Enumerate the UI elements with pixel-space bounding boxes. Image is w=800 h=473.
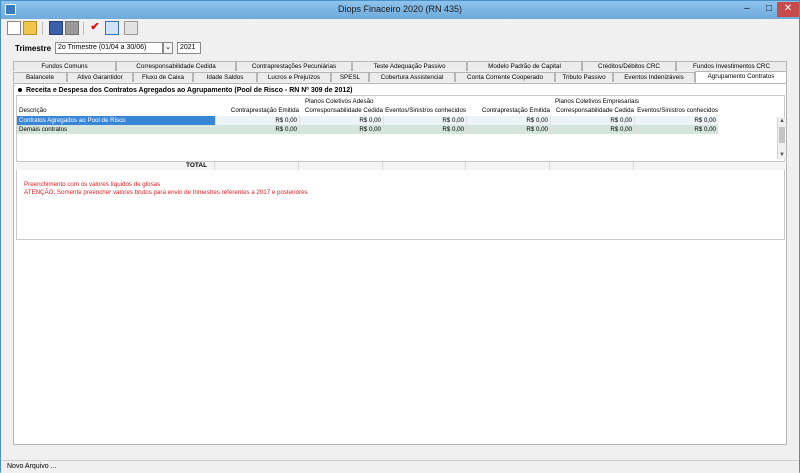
row-description[interactable]: Contratos Agregados ao Pool de Risco <box>17 116 215 125</box>
row-description[interactable]: Demais contratos <box>17 125 215 134</box>
tab-corresponsabilidade-cedida[interactable]: Corresponsabilidade Cedida <box>116 61 236 71</box>
notes: Preenchimento com os valores líquidos de… <box>24 181 308 197</box>
table-cell[interactable]: R$ 0,00 <box>299 116 383 125</box>
column-header[interactable]: Descrição <box>19 107 47 114</box>
toolbar-separator <box>83 22 84 35</box>
close-button[interactable]: ✕ <box>777 2 799 17</box>
bullet-icon <box>18 88 22 93</box>
group-header-adesao: Planos Coletivos Adesão <box>305 98 374 105</box>
year-input[interactable]: 2021 <box>177 42 201 54</box>
tab-idade-saldos[interactable]: Idade Saldos <box>193 72 257 82</box>
tab-balancete[interactable]: Balancete <box>13 72 67 82</box>
vertical-scrollbar[interactable]: ▲ ▼ <box>777 117 786 159</box>
tab-eventos-indenizaveis[interactable]: Eventos Indenizáveis <box>613 72 695 82</box>
tab-tributo-passivo[interactable]: Tributo Passivo <box>555 72 613 82</box>
minimize-button[interactable]: – <box>736 2 758 17</box>
tab-conta-corrente-cooperado[interactable]: Conta Corrente Cooperado <box>455 72 555 82</box>
column-header[interactable]: Contraprestação Emitida <box>215 107 299 114</box>
status-bar: Novo Arquivo ... <box>1 460 799 473</box>
tab-agrupamento-contratos[interactable]: Agrupamento Contratos <box>695 71 787 83</box>
note-line: Preenchimento com os valores líquidos de… <box>24 181 161 188</box>
column-header[interactable]: Corresponsabilidade Cedida <box>299 107 383 114</box>
window-title: Diops Finaceiro 2020 (RN 435) <box>337 4 463 14</box>
table-cell[interactable]: R$ 0,00 <box>466 116 550 125</box>
tab-creditos-debitos-crc[interactable]: Créditos/Débitos CRC <box>582 61 676 71</box>
tab-fundos-investimentos-crc[interactable]: Fundos Investimentos CRC <box>676 61 787 71</box>
total-label: TOTAL <box>186 162 208 169</box>
save-icon[interactable] <box>49 21 63 35</box>
group-header-empresariais: Planos Coletivos Empresariais <box>555 98 639 105</box>
table-cell[interactable]: R$ 0,00 <box>383 116 466 125</box>
total-cell <box>214 162 299 170</box>
table-row[interactable]: Contratos Agregados ao Pool de Risco R$ … <box>17 116 719 125</box>
table-cell[interactable]: R$ 0,00 <box>550 116 634 125</box>
tab-lucros-e-prejuizos[interactable]: Lucros e Prejuízos <box>257 72 331 82</box>
tab-contraprestacoes-pecuniarias[interactable]: Contraprestações Pecuniárias <box>236 61 352 71</box>
table-cell[interactable]: R$ 0,00 <box>383 125 466 134</box>
total-cell <box>633 162 718 170</box>
column-header[interactable]: Contraprestação Emitida <box>466 107 550 114</box>
tab-cobertura-assistencial[interactable]: Cobertura Assistencial <box>369 72 455 82</box>
table-cell[interactable]: R$ 0,00 <box>550 125 634 134</box>
toolbar-separator <box>42 22 43 35</box>
quarter-select[interactable]: 2o Trimestre (01/04 a 30/06) <box>55 42 163 54</box>
export-icon[interactable] <box>105 21 119 35</box>
total-cell <box>549 162 634 170</box>
open-folder-icon[interactable] <box>23 21 37 35</box>
total-cell <box>382 162 466 170</box>
new-file-icon[interactable] <box>7 21 21 35</box>
table-row[interactable]: Demais contratos R$ 0,00 R$ 0,00 R$ 0,00… <box>17 125 719 134</box>
table-cell[interactable]: R$ 0,00 <box>466 125 550 134</box>
table-cell[interactable]: R$ 0,00 <box>215 116 299 125</box>
grid-icon[interactable] <box>124 21 138 35</box>
column-header[interactable]: Eventos/Sinistros conhecidos <box>383 107 466 114</box>
check-icon[interactable]: ✔ <box>88 21 102 35</box>
tab-ativo-garantidor[interactable]: Ativo Garantidor <box>67 72 133 82</box>
section-title: Receita e Despesa dos Contratos Agregado… <box>18 87 352 94</box>
scrollbar-thumb[interactable] <box>779 127 785 143</box>
tab-teste-adequacao-passivo[interactable]: Teste Adequação Passivo <box>352 61 467 71</box>
stop-icon[interactable] <box>65 21 79 35</box>
status-text: Novo Arquivo ... <box>7 463 57 470</box>
tab-modelo-padrao-capital[interactable]: Modelo Padrão de Capital <box>467 61 582 71</box>
table-cell[interactable]: R$ 0,00 <box>634 116 718 125</box>
chevron-down-icon[interactable]: ⌄ <box>163 42 173 54</box>
tab-fluxo-de-caixa[interactable]: Fluxo de Caixa <box>133 72 193 82</box>
column-header[interactable]: Corresponsabilidade Cedida <box>550 107 634 114</box>
scroll-down-icon[interactable]: ▼ <box>778 152 786 158</box>
app-window: Diops Finaceiro 2020 (RN 435) – □ ✕ ✔ Tr… <box>0 0 800 473</box>
table-cell[interactable]: R$ 0,00 <box>299 125 383 134</box>
title-bar: Diops Finaceiro 2020 (RN 435) – □ ✕ <box>1 1 799 19</box>
tab-fundos-comuns[interactable]: Fundos Comuns <box>13 61 116 71</box>
total-row: TOTAL <box>16 161 785 170</box>
tab-spesl[interactable]: SPESL <box>331 72 369 82</box>
note-line: ATENÇÃO: Somente preencher valores bruto… <box>24 189 308 196</box>
table-cell[interactable]: R$ 0,00 <box>215 125 299 134</box>
table-cell[interactable]: R$ 0,00 <box>634 125 718 134</box>
tab-panel: Receita e Despesa dos Contratos Agregado… <box>13 83 787 445</box>
column-header[interactable]: Eventos/Sinistros conhecidos <box>634 107 718 114</box>
total-cell <box>298 162 383 170</box>
quarter-label: Trimestre <box>15 44 52 53</box>
section-title-text: Receita e Despesa dos Contratos Agregado… <box>26 87 353 94</box>
total-cell <box>465 162 550 170</box>
scroll-up-icon[interactable]: ▲ <box>778 118 786 124</box>
